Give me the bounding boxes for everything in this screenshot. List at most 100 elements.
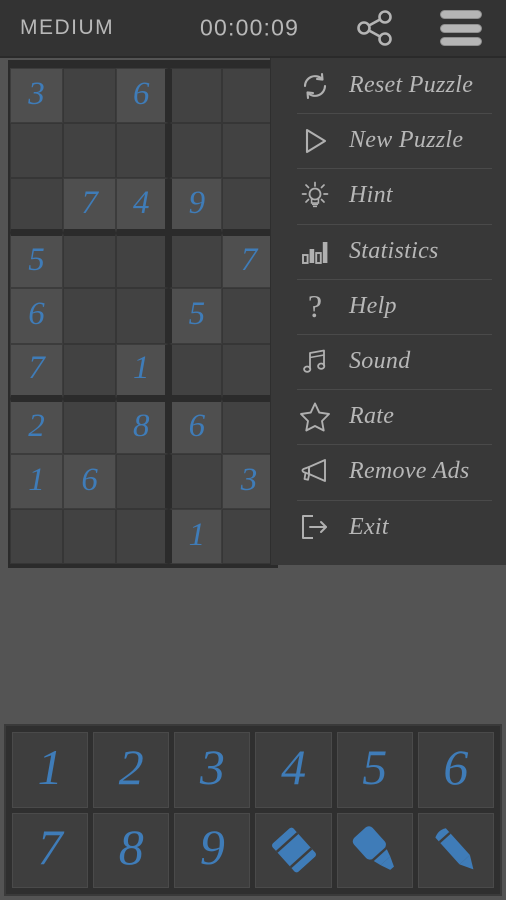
sudoku-grid: 367495765712861631 (10, 68, 278, 564)
sudoku-cell-r1c1[interactable]: 3 (10, 68, 64, 124)
sudoku-cell-r3c4[interactable]: 9 (169, 178, 223, 234)
menu-item-label: Exit (349, 513, 389, 540)
sudoku-cell-r5c2[interactable] (63, 288, 117, 344)
menu-item-new-puzzle[interactable]: New Puzzle (271, 113, 506, 168)
sudoku-cell-r6c1[interactable]: 7 (10, 343, 64, 399)
numpad-eraser-button[interactable] (255, 812, 332, 888)
cell-value: 8 (133, 407, 150, 444)
sudoku-cell-r7c3[interactable]: 8 (116, 398, 170, 454)
hamburger-menu-button[interactable] (440, 10, 484, 46)
numpad-key-5[interactable]: 5 (336, 732, 413, 808)
sudoku-cell-r2c3[interactable] (116, 123, 170, 179)
menu-item-label: Remove Ads (349, 458, 470, 485)
menu-item-statistics[interactable]: Statistics (271, 223, 506, 279)
menu-item-remove-ads[interactable]: Remove Ads (271, 444, 506, 499)
sudoku-cell-r5c4[interactable]: 5 (169, 288, 223, 344)
numpad-key-label: 5 (362, 738, 388, 795)
numpad-key-2[interactable]: 2 (93, 732, 170, 808)
sudoku-cell-r5c5[interactable] (222, 288, 276, 344)
sudoku-cell-r8c1[interactable]: 1 (10, 453, 64, 509)
numpad-pencil-button[interactable] (417, 812, 494, 888)
question-mark-icon: ? (307, 288, 323, 325)
sudoku-cell-r1c4[interactable] (169, 68, 223, 124)
sudoku-cell-r4c3[interactable] (116, 233, 170, 289)
sudoku-cell-r9c3[interactable] (116, 508, 170, 564)
numpad-key-7[interactable]: 7 (12, 812, 89, 888)
eraser-icon (263, 819, 325, 881)
cell-value: 7 (240, 242, 258, 279)
sudoku-cell-r6c4[interactable] (169, 343, 223, 399)
menu-item-help[interactable]: ? Help (271, 278, 506, 334)
sudoku-cell-r2c2[interactable] (63, 123, 117, 179)
menu-item-label: Sound (349, 348, 411, 375)
menu-item-label: Rate (349, 403, 395, 430)
sudoku-cell-r6c5[interactable] (222, 343, 276, 399)
play-triangle-icon (297, 124, 333, 158)
sudoku-cell-r1c5[interactable] (222, 68, 276, 124)
cell-value: 9 (188, 184, 206, 221)
lightbulb-icon (297, 179, 333, 213)
sudoku-cell-r2c5[interactable] (222, 123, 276, 179)
sudoku-cell-r1c3[interactable]: 6 (116, 68, 170, 124)
sudoku-cell-r2c1[interactable] (10, 123, 64, 179)
megaphone-icon (297, 455, 333, 489)
numpad-key-6[interactable]: 6 (417, 732, 494, 808)
numpad-key-label: 3 (199, 738, 225, 795)
cell-value: 6 (188, 407, 206, 444)
menu-item-sound[interactable]: Sound (271, 333, 506, 389)
sudoku-cell-r7c1[interactable]: 2 (10, 398, 64, 454)
menu-item-hint[interactable]: Hint (271, 168, 506, 223)
share-button[interactable] (352, 8, 398, 48)
cell-value: 4 (133, 184, 150, 221)
sudoku-cell-r8c3[interactable] (116, 453, 170, 509)
numpad-key-9[interactable]: 9 (174, 812, 251, 888)
sudoku-cell-r5c3[interactable] (116, 288, 170, 344)
sudoku-cell-r2c4[interactable] (169, 123, 223, 179)
music-note-icon (297, 345, 333, 379)
sudoku-cell-r9c5[interactable] (222, 508, 276, 564)
sudoku-cell-r3c1[interactable] (10, 178, 64, 234)
hamburger-bar (440, 37, 482, 46)
sudoku-cell-r4c2[interactable] (63, 233, 117, 289)
sudoku-cell-r7c4[interactable]: 6 (169, 398, 223, 454)
sudoku-cell-r3c2[interactable]: 7 (63, 178, 117, 234)
numpad-key-1[interactable]: 1 (12, 732, 89, 808)
sudoku-cell-r7c2[interactable] (63, 398, 117, 454)
numpad-key-4[interactable]: 4 (255, 732, 332, 808)
sudoku-cell-r9c1[interactable] (10, 508, 64, 564)
star-icon (297, 400, 333, 434)
cell-value: 1 (28, 461, 45, 498)
menu-item-exit[interactable]: Exit (271, 499, 506, 555)
sudoku-cell-r8c4[interactable] (169, 453, 223, 509)
sudoku-cell-r4c1[interactable]: 5 (10, 233, 64, 289)
sudoku-cell-r8c5[interactable]: 3 (222, 453, 276, 509)
sudoku-cell-r9c2[interactable] (63, 508, 117, 564)
menu-item-rate[interactable]: Rate (271, 389, 506, 444)
sudoku-cell-r6c2[interactable] (63, 343, 117, 399)
sudoku-cell-r6c3[interactable]: 1 (116, 343, 170, 399)
numpad-highlighter-button[interactable] (336, 812, 413, 888)
menu-item-reset-puzzle[interactable]: Reset Puzzle (271, 58, 506, 113)
pencil-icon (425, 819, 487, 881)
sudoku-cell-r1c2[interactable] (63, 68, 117, 124)
sudoku-cell-r4c5[interactable]: 7 (222, 233, 276, 289)
numpad-key-label: 2 (118, 738, 144, 795)
sudoku-cell-r3c3[interactable]: 4 (116, 178, 170, 234)
cell-value: 5 (188, 296, 206, 333)
numpad-key-label: 4 (281, 738, 307, 795)
numpad-key-label: 6 (443, 738, 469, 795)
number-pad: 123456 789 (4, 724, 502, 896)
sudoku-cell-r8c2[interactable]: 6 (63, 453, 117, 509)
sudoku-cell-r4c4[interactable] (169, 233, 223, 289)
reset-icon (297, 69, 333, 103)
numpad-key-8[interactable]: 8 (93, 812, 170, 888)
sudoku-cell-r5c1[interactable]: 6 (10, 288, 64, 344)
hamburger-bar (440, 23, 482, 33)
numpad-key-label: 8 (118, 819, 144, 876)
numpad-key-3[interactable]: 3 (174, 732, 251, 808)
sudoku-cell-r9c4[interactable]: 1 (169, 508, 223, 564)
share-icon (357, 10, 392, 46)
sudoku-cell-r3c5[interactable] (222, 178, 276, 234)
numpad-key-label: 1 (37, 738, 63, 795)
sudoku-cell-r7c5[interactable] (222, 398, 276, 454)
